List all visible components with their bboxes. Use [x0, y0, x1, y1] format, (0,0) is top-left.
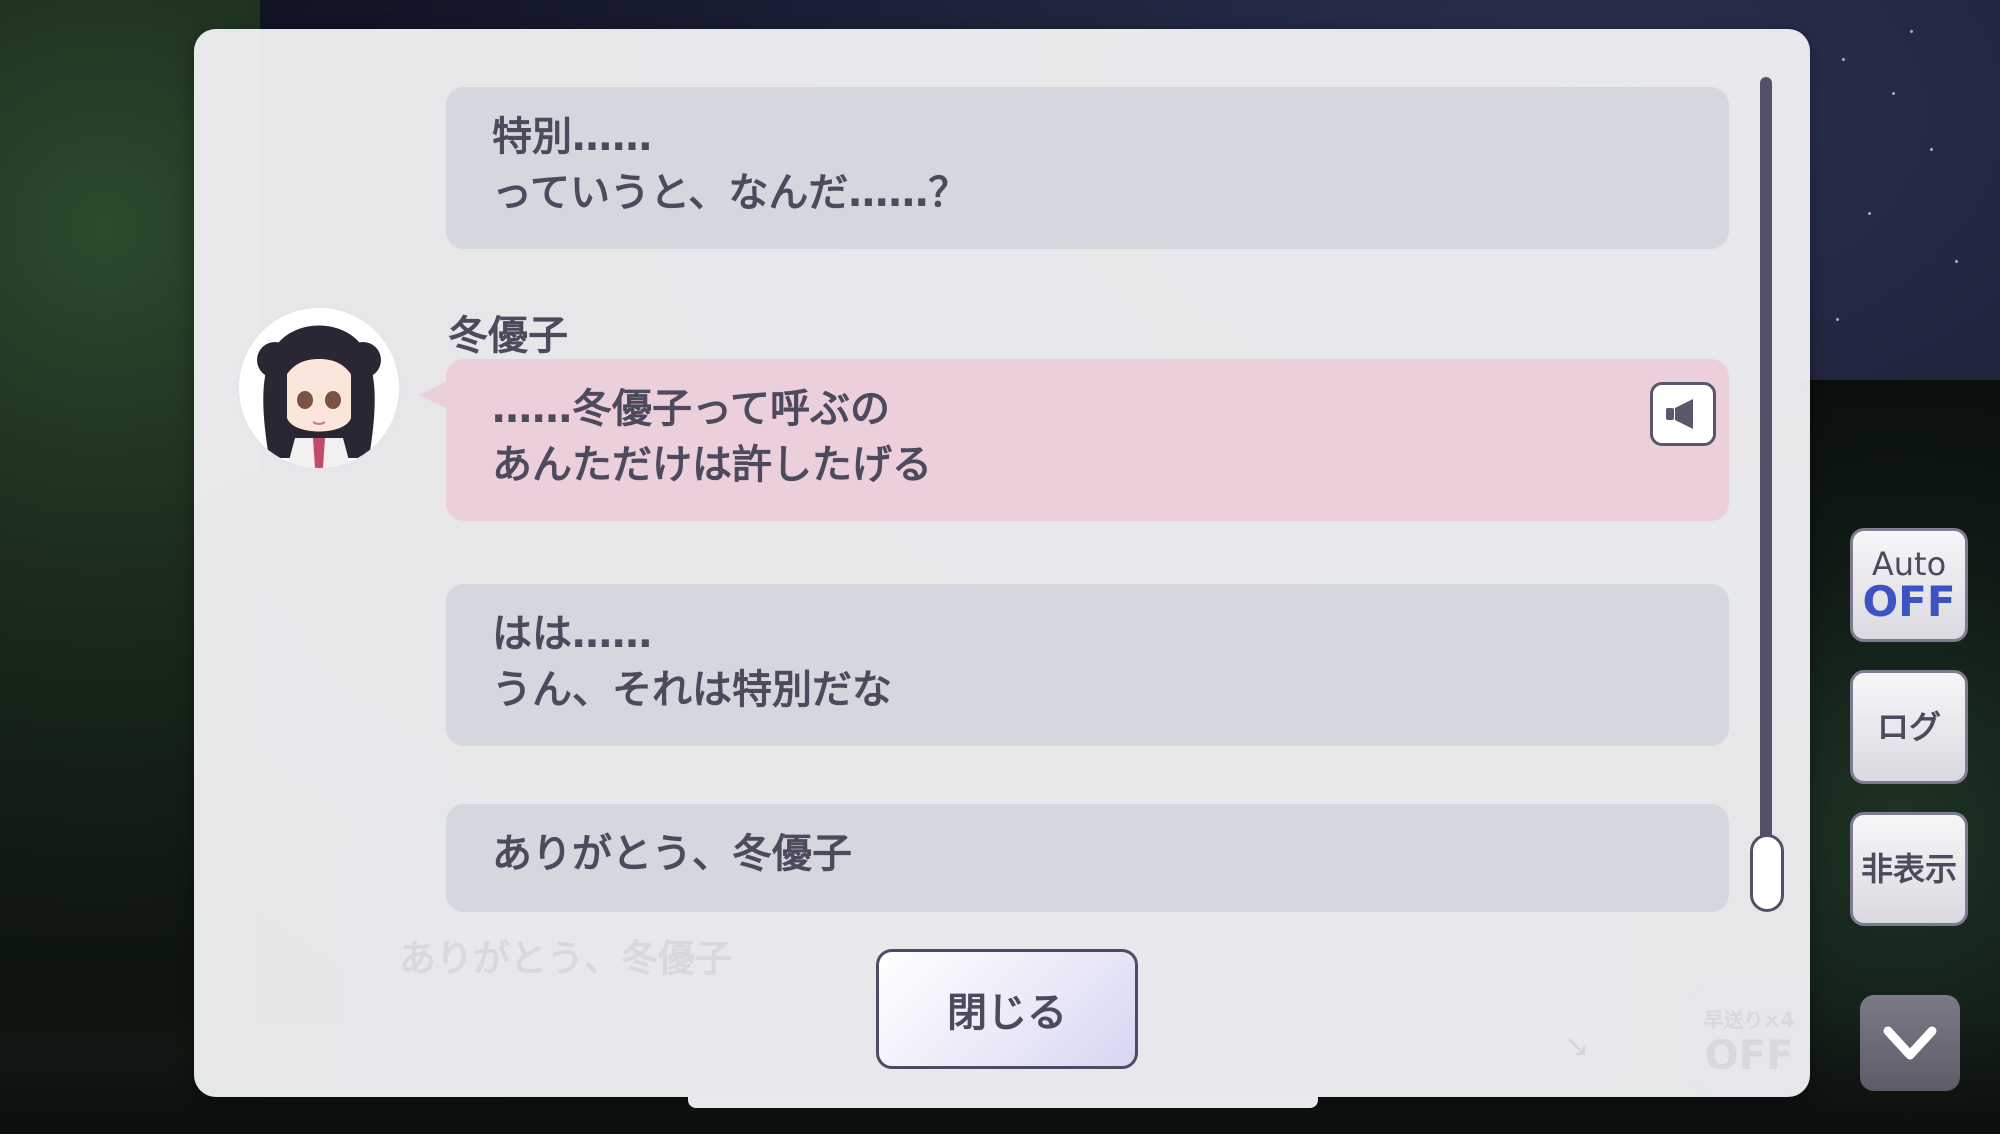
scrollbar-track[interactable] [1760, 77, 1772, 907]
avatar [239, 308, 399, 468]
star [1930, 148, 1933, 151]
hide-label: 非表示 [1860, 850, 1957, 888]
close-button[interactable]: 閉じる [876, 949, 1138, 1069]
auto-button[interactable]: Auto OFF [1850, 528, 1968, 642]
close-label: 閉じる [947, 990, 1067, 1036]
star [1955, 260, 1958, 263]
background-textbox-text: ありがとう、冬優子 [399, 937, 732, 980]
panel-bottom-edge [688, 1096, 1318, 1108]
auto-state: OFF [1862, 577, 1956, 626]
character-portrait [239, 308, 399, 468]
star [1836, 318, 1839, 321]
hide-button[interactable]: 非表示 [1850, 812, 1968, 926]
scrollbar-thumb[interactable] [1750, 834, 1784, 912]
bubble-tail [418, 381, 448, 409]
auto-label: Auto [1871, 545, 1947, 583]
star [1892, 92, 1895, 95]
log-label: ログ [1876, 708, 1941, 746]
star [1868, 212, 1871, 215]
voice-replay-button[interactable] [1650, 382, 1716, 446]
log-message: はは…… うん、それは特別だな [446, 584, 1729, 746]
message-line: うん、それは特別だな [492, 667, 892, 713]
message-line: あんただけは許したげる [492, 442, 932, 488]
log-panel: ありがとう、冬優子 ↘ 早送り×4 OFF 特別…… っていうと、なんだ……？ … [194, 29, 1810, 1097]
message-line: 特別…… [492, 114, 652, 160]
message-line: ありがとう、冬優子 [492, 831, 852, 877]
hide-ui-down-button[interactable] [1860, 995, 1960, 1091]
message-line: ……冬優子って呼ぶの [492, 386, 890, 432]
star [1842, 58, 1845, 61]
message-line: っていうと、なんだ……？ [492, 170, 969, 216]
chevron-down-icon [1883, 1026, 1937, 1060]
log-message: 特別…… っていうと、なんだ……？ [446, 87, 1729, 249]
arrow-down-right-icon: ↘ [1564, 1029, 1590, 1064]
message-line: はは…… [492, 611, 652, 657]
star [1910, 30, 1913, 33]
speaker-icon [1666, 399, 1693, 429]
fast-forward-state: OFF [1704, 1033, 1794, 1079]
log-message-voiced: ……冬優子って呼ぶの あんただけは許したげる [446, 359, 1729, 521]
fast-forward-button: 早送り×4 OFF [1694, 984, 1804, 1094]
log-message: ありがとう、冬優子 [446, 804, 1729, 912]
speaker-name: 冬優子 [448, 313, 568, 359]
log-button[interactable]: ログ [1850, 670, 1968, 784]
fast-forward-label: 早送り×4 [1703, 1008, 1795, 1032]
